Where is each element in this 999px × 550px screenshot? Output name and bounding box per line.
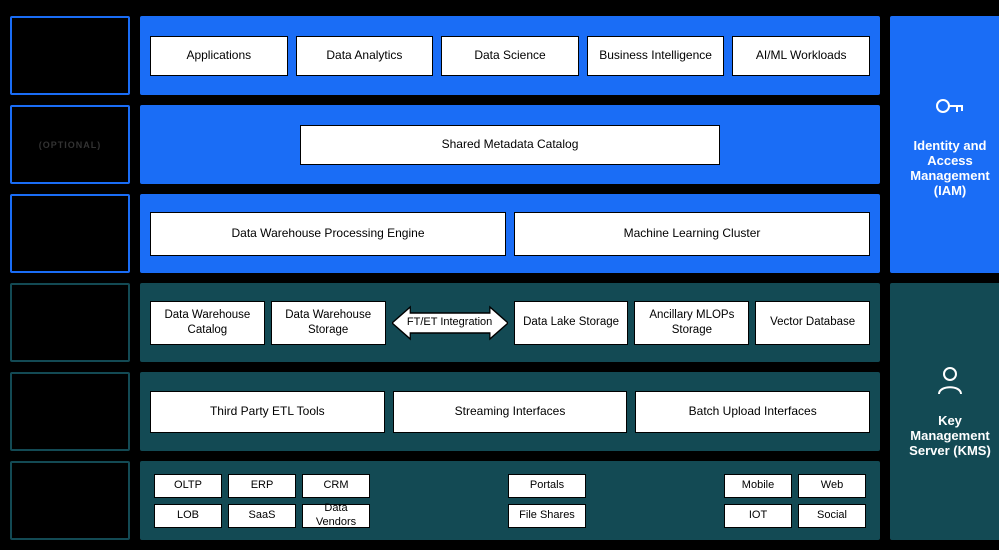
- box-applications: Applications: [150, 36, 288, 76]
- user-icon: [937, 365, 963, 399]
- box-lob: LOB: [154, 504, 222, 528]
- sources-row: OLTP ERP CRM LOB SaaS Data Vendors Porta…: [140, 461, 880, 540]
- left-label-storage: Storage: [10, 283, 130, 362]
- box-saas: SaaS: [228, 504, 296, 528]
- box-etl-tools: Third Party ETL Tools: [150, 391, 385, 433]
- left-label-optional: (OPTIONAL): [10, 105, 130, 184]
- box-batch-upload: Batch Upload Interfaces: [635, 391, 870, 433]
- kms-panel: Key Management Server (KMS): [890, 283, 999, 540]
- box-file-shares: File Shares: [508, 504, 586, 528]
- box-dw-processing-engine: Data Warehouse Processing Engine: [150, 212, 506, 256]
- left-label-sources: Sources: [10, 461, 130, 540]
- box-dw-catalog: Data Warehouse Catalog: [150, 301, 265, 345]
- ft-et-label: FT/ET Integration: [407, 316, 492, 328]
- box-streaming-interfaces: Streaming Interfaces: [393, 391, 628, 433]
- box-data-vendors: Data Vendors: [302, 504, 370, 528]
- source-group-left: OLTP ERP CRM LOB SaaS Data Vendors: [154, 474, 370, 528]
- box-iot: IOT: [724, 504, 792, 528]
- ft-et-integration-arrow: FT/ET Integration: [392, 301, 508, 345]
- iam-label: Identity and Access Management (IAM): [898, 138, 999, 198]
- box-dw-storage: Data Warehouse Storage: [271, 301, 386, 345]
- box-data-lake-storage: Data Lake Storage: [514, 301, 629, 345]
- left-label-compute: Compute: [10, 194, 130, 273]
- box-vector-database: Vector Database: [755, 301, 870, 345]
- iam-panel: Identity and Access Management (IAM): [890, 16, 999, 273]
- source-group-right: Mobile Web IOT Social: [724, 474, 866, 528]
- box-ml-cluster: Machine Learning Cluster: [514, 212, 870, 256]
- ingestion-row: Third Party ETL Tools Streaming Interfac…: [140, 372, 880, 451]
- box-web: Web: [798, 474, 866, 498]
- box-business-intelligence: Business Intelligence: [587, 36, 725, 76]
- storage-row: Data Warehouse Catalog Data Warehouse St…: [140, 283, 880, 362]
- box-mobile: Mobile: [724, 474, 792, 498]
- compute-row: Data Warehouse Processing Engine Machine…: [140, 194, 880, 273]
- metadata-row: Shared Metadata Catalog: [140, 105, 880, 184]
- architecture-diagram: Consumers (OPTIONAL) Compute Storage Ing…: [0, 0, 999, 550]
- box-mlops-storage: Ancillary MLOPs Storage: [634, 301, 749, 345]
- left-label-consumers: Consumers: [10, 16, 130, 95]
- box-shared-metadata-catalog: Shared Metadata Catalog: [300, 125, 720, 165]
- box-data-analytics: Data Analytics: [296, 36, 434, 76]
- box-social: Social: [798, 504, 866, 528]
- key-icon: [935, 92, 965, 124]
- box-erp: ERP: [228, 474, 296, 498]
- box-data-science: Data Science: [441, 36, 579, 76]
- kms-label: Key Management Server (KMS): [898, 413, 999, 458]
- box-crm: CRM: [302, 474, 370, 498]
- source-group-mid: Portals File Shares: [508, 474, 586, 528]
- box-oltp: OLTP: [154, 474, 222, 498]
- consumers-row: Applications Data Analytics Data Science…: [140, 16, 880, 95]
- left-label-ingestion: Ingestion: [10, 372, 130, 451]
- box-aiml-workloads: AI/ML Workloads: [732, 36, 870, 76]
- box-portals: Portals: [508, 474, 586, 498]
